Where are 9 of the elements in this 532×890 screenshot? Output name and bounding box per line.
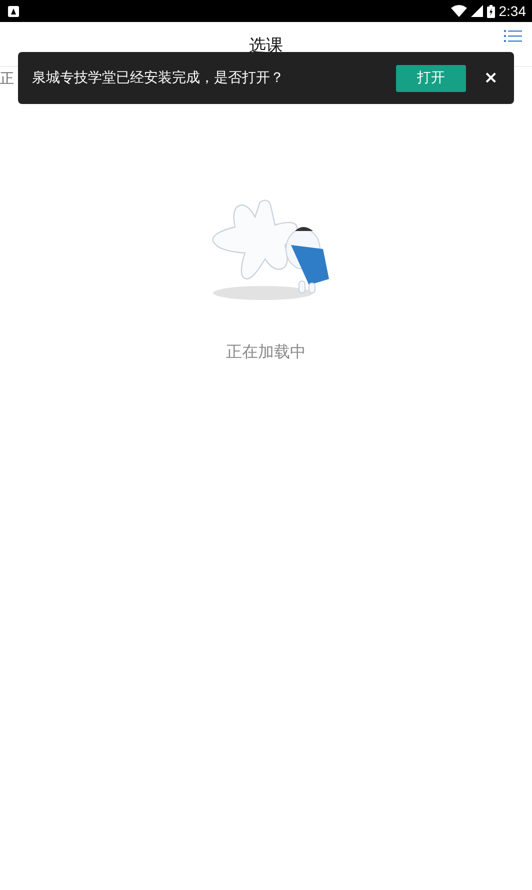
battery-icon [486,4,495,18]
notification-icon [8,6,19,16]
wifi-icon [450,5,467,17]
close-button[interactable]: × [480,68,502,88]
signal-icon [470,5,483,17]
toast-message: 泉城专技学堂已经安装完成，是否打开？ [32,69,285,87]
loading-text: 正 [0,70,14,88]
clock-time: 2:34 [498,3,526,19]
loading-text: 正在加载中 [226,342,306,363]
